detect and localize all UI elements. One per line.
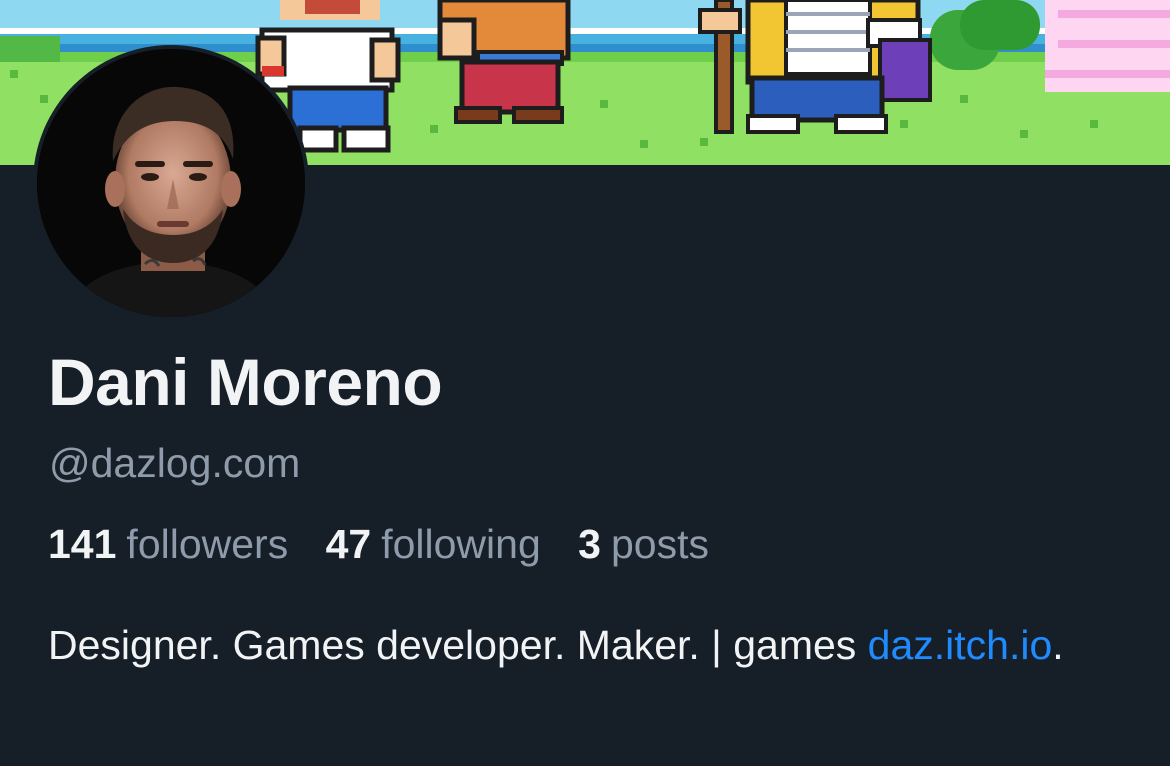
following-label: following [381, 521, 541, 567]
bio-link[interactable]: daz.itch.io [868, 622, 1053, 668]
posts-count: 3 [578, 521, 601, 567]
posts-label: posts [610, 521, 709, 567]
bio-text: Designer. Games developer. Maker. | game… [48, 622, 868, 668]
followers-count: 141 [48, 521, 117, 567]
bio-trailing: . [1052, 622, 1064, 668]
bio: Designer. Games developer. Maker. | game… [48, 614, 1138, 676]
pixel-character-oldman [698, 0, 932, 134]
profile-stats: 141 followers 47 following 3 posts [48, 518, 735, 570]
following-count: 47 [325, 521, 372, 567]
followers-link[interactable]: 141 followers [48, 518, 288, 570]
posts-link[interactable]: 3 posts [578, 518, 709, 570]
followers-label: followers [126, 521, 289, 567]
profile-photo [37, 49, 305, 317]
avatar[interactable] [33, 45, 309, 321]
following-link[interactable]: 47 following [326, 518, 541, 570]
profile-photo-icon [37, 49, 305, 317]
display-name: Dani Moreno [48, 345, 443, 419]
handle[interactable]: @dazlog.com [49, 438, 300, 488]
